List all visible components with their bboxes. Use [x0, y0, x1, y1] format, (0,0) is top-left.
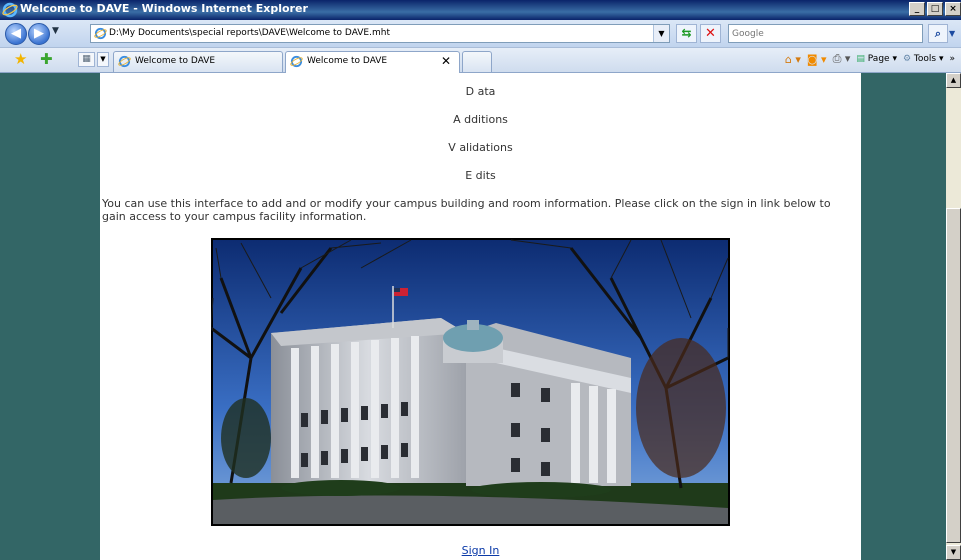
tools-menu[interactable]: ⚙ Tools ▾ — [903, 54, 944, 64]
stop-button[interactable]: ✕ — [700, 24, 721, 43]
ie-logo-icon — [2, 2, 18, 18]
scrollbar-thumb[interactable] — [946, 208, 961, 543]
ie-page-icon — [118, 55, 131, 68]
intro-paragraph: You can use this interface to add and or… — [102, 197, 831, 223]
search-icon[interactable]: ⌕ — [928, 24, 948, 43]
recent-pages-dropdown[interactable]: ▼ — [52, 26, 59, 36]
address-url: D:\My Documents\special reports\DAVE\Wel… — [109, 28, 390, 38]
maximize-button[interactable]: □ — [927, 2, 943, 16]
gear-icon: ⚙ — [902, 54, 912, 64]
title-bar: Welcome to DAVE - Windows Internet Explo… — [0, 0, 961, 20]
address-field[interactable]: D:\My Documents\special reports\DAVE\Wel… — [90, 24, 670, 43]
search-box[interactable] — [728, 24, 923, 43]
tab-welcome-2[interactable]: Welcome to DAVE ✕ — [285, 51, 460, 73]
tools-menu-label: Tools — [913, 54, 937, 64]
tab-bar: ★ ✚ ▦ ▼ Welcome to DAVE Welcome to DAVE … — [0, 48, 961, 73]
scroll-up-arrow[interactable]: ▲ — [946, 73, 961, 88]
forward-button[interactable]: ▶ — [28, 23, 50, 45]
tab-list-dropdown[interactable]: ▼ — [97, 52, 109, 67]
refresh-button[interactable]: ⇆ — [676, 24, 697, 43]
capitol-photo-graphic — [211, 239, 729, 524]
search-options-dropdown[interactable]: ▼ — [949, 24, 961, 43]
page-menu[interactable]: ▤ Page ▾ — [856, 54, 897, 64]
quick-tabs-icon[interactable]: ▦ — [78, 52, 95, 67]
print-icon[interactable]: ⎙ ▾ — [833, 52, 851, 66]
home-icon[interactable]: ⌂ ▾ — [785, 53, 801, 66]
browser-viewport: D ata A dditions V alidations E dits You… — [0, 73, 946, 560]
page-content: D ata A dditions V alidations E dits You… — [100, 73, 861, 560]
add-favorites-icon[interactable]: ✚ — [40, 51, 53, 67]
scroll-down-arrow[interactable]: ▼ — [946, 545, 961, 560]
window-controls: _ □ × — [907, 2, 961, 16]
back-button[interactable]: ◀ — [5, 23, 27, 45]
ie-page-icon — [290, 55, 303, 68]
toolbar-overflow-icon[interactable]: » — [949, 54, 955, 64]
address-toolbar: ◀ ▶ ▼ D:\My Documents\special reports\DA… — [0, 20, 961, 48]
command-bar: ⌂ ▾ ◙ ▾ ⎙ ▾ ▤ Page ▾ ⚙ Tools ▾ » — [785, 52, 955, 66]
sign-in-link[interactable]: Sign In — [100, 544, 861, 557]
acronym-line-additions: A dditions — [453, 113, 508, 126]
minimize-button[interactable]: _ — [909, 2, 925, 16]
acronym-line-validations: V alidations — [448, 141, 513, 154]
close-tab-icon[interactable]: ✕ — [441, 54, 451, 68]
address-dropdown-button[interactable]: ▼ — [653, 25, 669, 42]
capitol-building-photo — [211, 238, 730, 526]
tab-welcome-1[interactable]: Welcome to DAVE — [113, 51, 283, 72]
vertical-scrollbar[interactable]: ▲ ▼ — [946, 73, 961, 560]
close-button[interactable]: × — [945, 2, 961, 16]
acronym-line-data: D ata — [465, 85, 496, 98]
acronym-line-edits: E dits — [465, 169, 496, 182]
page-icon: ▤ — [856, 54, 865, 64]
tab-label: Welcome to DAVE — [135, 56, 216, 66]
window-title: Welcome to DAVE - Windows Internet Explo… — [20, 2, 308, 15]
tab-label: Welcome to DAVE — [307, 56, 388, 66]
page-icon — [94, 27, 107, 40]
search-input[interactable] — [732, 26, 912, 41]
new-tab-button[interactable] — [462, 51, 492, 72]
feeds-icon[interactable]: ◙ ▾ — [807, 53, 827, 66]
page-menu-label: Page — [867, 54, 890, 64]
favorites-star-icon[interactable]: ★ — [14, 51, 27, 67]
